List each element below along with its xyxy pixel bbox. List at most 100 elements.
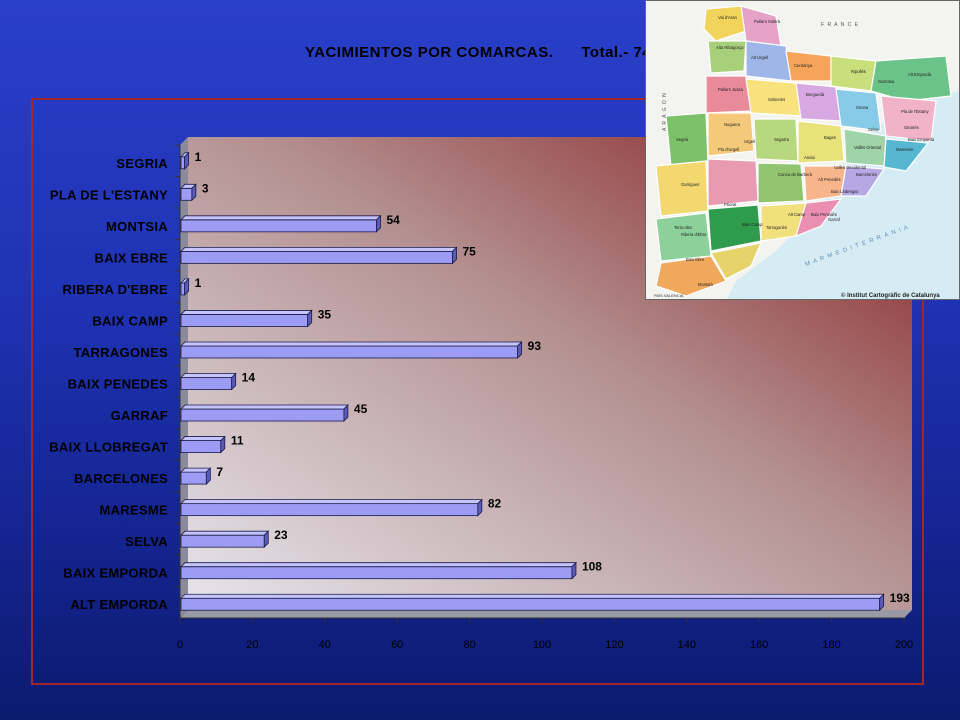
- map-comarca-label: Terra Alta: [674, 225, 692, 230]
- map-comarca-label: Noguera: [724, 122, 741, 127]
- bar: [180, 156, 186, 170]
- x-tick-label: 180: [822, 639, 840, 651]
- category-label: BAIX CAMP: [92, 313, 168, 328]
- map-comarca-label: Alt Penedès: [818, 177, 841, 182]
- bar: [180, 408, 345, 422]
- map-comarca-label: Bages: [824, 135, 836, 140]
- bar-top: [180, 310, 313, 315]
- map-comarca-label: Alt Empordà: [908, 72, 932, 77]
- bar-top: [180, 246, 458, 252]
- map-comarca-label: Selva: [868, 127, 879, 132]
- map-graphic: F R A N C E A R A G O N M A R M E D I T …: [646, 1, 959, 299]
- map-comarca-label: Urgell: [744, 139, 755, 144]
- map-comarca-label: Pla d'Urgell: [718, 147, 739, 152]
- x-tick-label: 120: [605, 639, 623, 651]
- bar: [180, 314, 309, 327]
- map-comarca-label: Priorat: [724, 202, 737, 207]
- map-comarca-label: Alt Camp: [788, 212, 806, 217]
- category-label: TARRAGONES: [74, 345, 169, 360]
- map-comarca-label: Baix Camp: [742, 222, 763, 227]
- map-comarca-label: Garrigues: [681, 182, 699, 187]
- x-tick-label: 100: [533, 639, 551, 651]
- category-label: ALT EMPORDA: [70, 597, 168, 612]
- map-west-label: A R A G O N: [662, 92, 668, 131]
- map-comarca-label: Baix Llobregat: [831, 189, 859, 194]
- bar-value-label: 35: [318, 307, 332, 321]
- map-comarca-label: Gironès: [904, 125, 919, 130]
- bar: [180, 377, 233, 390]
- bar: [180, 471, 207, 485]
- bar-value-label: 54: [386, 213, 400, 227]
- bar: [180, 440, 222, 453]
- map-comarca-label: Pallars Sobirà: [754, 19, 781, 24]
- bar: [180, 597, 881, 611]
- bar-value-label: 3: [202, 181, 209, 195]
- bar: [180, 503, 479, 517]
- map-credit: © Institut Cartogràfic de Catalunya: [841, 292, 940, 299]
- bar-top: [180, 436, 226, 441]
- map-comarca-label: Ripollès: [851, 69, 866, 74]
- category-label: BAIX PENEDES: [68, 377, 168, 392]
- x-tick-label: 60: [391, 639, 403, 651]
- bar: [180, 187, 193, 201]
- bar: [180, 534, 265, 548]
- bar: [180, 219, 377, 233]
- category-label: SEGRIA: [116, 156, 168, 171]
- bar-top: [180, 593, 885, 599]
- map-comarca-label: Tarragonès: [766, 225, 787, 230]
- bar: [180, 345, 519, 359]
- category-label: BARCELONES: [74, 471, 168, 486]
- map-comarca-label: Ribera d'Ebre: [681, 232, 707, 237]
- map-comarca-label: Berguedà: [806, 92, 825, 97]
- map-comarca-label: Montsià: [698, 282, 713, 287]
- map-comarca-label: Vallès Oriental: [854, 145, 881, 150]
- bar-value-label: 11: [231, 434, 244, 448]
- map-comarca-label: Val d'Aran: [718, 15, 738, 20]
- x-tick-label: 160: [750, 639, 768, 651]
- x-tick-label: 200: [895, 639, 913, 651]
- bar-value-label: 1: [195, 276, 202, 290]
- map-comarca-label: Anoia: [804, 155, 815, 160]
- map-comarca-label: Pallars Jussà: [718, 87, 744, 92]
- bar-top: [180, 530, 270, 536]
- category-label: BAIX EMPORDA: [63, 566, 168, 581]
- x-tick-label: 20: [246, 639, 258, 651]
- category-label: MARESME: [99, 503, 168, 518]
- map-comarca-label: Maresme: [896, 147, 914, 152]
- map-country-label: F R A N C E: [821, 22, 859, 28]
- map-comarca-label: Baix Empordà: [908, 137, 935, 142]
- map-comarca-label: Barcelonès: [856, 172, 877, 177]
- map-comarca-label: Alt Urgell: [751, 55, 768, 60]
- bar-value-label: 45: [354, 402, 368, 416]
- bar-value-label: 193: [890, 591, 910, 605]
- category-label: SELVA: [125, 534, 168, 549]
- category-label: PLA DE L'ESTANY: [50, 187, 168, 202]
- bar-top: [180, 215, 382, 221]
- map-comarca-label: Cerdanya: [794, 63, 813, 68]
- bar-value-label: 108: [582, 560, 602, 574]
- x-tick-label: 40: [319, 639, 331, 651]
- bar-top: [180, 341, 523, 347]
- map-comarca-label: Baix Ebre: [686, 257, 705, 262]
- x-tick-label: 140: [678, 639, 696, 651]
- bar-value-label: 75: [463, 244, 477, 258]
- category-label: GARRAF: [111, 408, 168, 423]
- map-comarca-label: Osona: [856, 105, 869, 110]
- bar-top: [180, 404, 349, 410]
- map-comarca-label: Segrià: [676, 137, 689, 142]
- map-comarca-label: Segarra: [774, 137, 790, 142]
- bar-value-label: 23: [274, 528, 288, 542]
- bar-value-label: 93: [528, 339, 542, 353]
- bar-top: [180, 562, 577, 568]
- bar-value-label: 14: [242, 371, 256, 385]
- category-label: BAIX EBRE: [95, 250, 169, 265]
- map-south-label: PAÍS VALENCIÀ: [654, 293, 684, 298]
- bar: [180, 282, 186, 296]
- x-tick-label: 80: [463, 639, 475, 651]
- category-label: MONTSIA: [106, 219, 168, 234]
- category-label: BAIX LLOBREGAT: [49, 440, 168, 455]
- map-comarca-label: Vallès Occidental: [834, 165, 866, 170]
- bar-value-label: 82: [488, 497, 502, 511]
- map-comarca-label: Pla de l'Estany: [901, 109, 929, 114]
- bar-top: [180, 467, 212, 473]
